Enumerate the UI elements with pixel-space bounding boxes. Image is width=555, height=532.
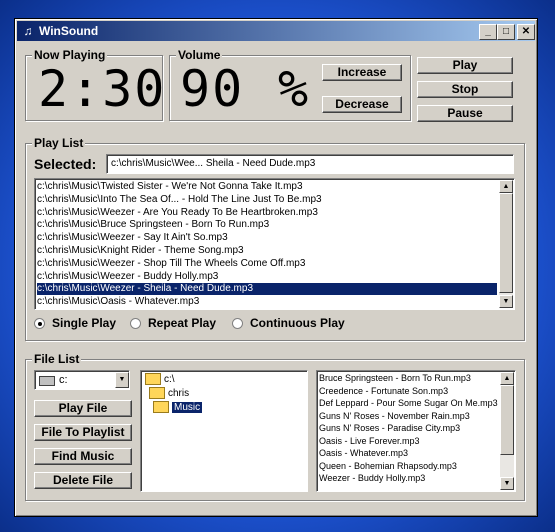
file-list-item[interactable]: Bruce Springsteen - Born To Run.mp3 [319,373,498,384]
filelist-scrollbar[interactable]: ▲ ▼ [500,372,514,490]
tree-item[interactable]: Music [153,401,203,415]
speaker-icon: ♫ [23,24,33,38]
file-list-item[interactable]: Guns N' Roses - November Rain.mp3 [319,411,498,422]
tree-item-label: c:\ [164,374,175,385]
playlist-group: Play List Selected: c:\chris\Music\Wee..… [25,136,525,341]
title-bar[interactable]: ♫ WinSound _ □ ✕ [17,21,535,41]
volume-unit: % [278,60,311,118]
radio-selected-dot-icon [38,322,42,326]
open-folder-icon [153,401,169,414]
playlist-row[interactable]: c:\chris\Music\Into The Sea Of... - Hold… [37,194,497,206]
repeat-play-radio[interactable] [130,318,141,329]
find-music-button[interactable]: Find Music [34,448,132,465]
playlist-row[interactable]: c:\chris\Music\Weezer - Sheila - Need Du… [37,283,497,296]
folder-icon [145,373,161,386]
scroll-up-arrow-icon[interactable]: ▲ [499,180,513,193]
delete-file-button[interactable]: Delete File [34,472,132,489]
playlist-row[interactable]: c:\chris\Music\Weezer - Say It Ain't So.… [37,232,497,244]
scroll-down-arrow-icon[interactable]: ▼ [499,295,513,308]
file-list-item[interactable]: Creedence - Fortunate Son.mp3 [319,386,498,397]
window-title: WinSound [39,24,99,38]
tree-item-label: Music [172,402,203,413]
selected-label: Selected: [34,156,97,172]
file-list-item[interactable]: Def Leppard - Pour Some Sugar On Me.mp3 [319,398,498,409]
stop-button[interactable]: Stop [417,81,513,98]
tree-item-label: chris [168,388,190,399]
minimize-button[interactable]: _ [479,24,497,40]
play-file-button[interactable]: Play File [34,400,132,417]
playlist-row[interactable]: c:\chris\Music\Knight Rider - Theme Song… [37,245,497,257]
drive-value: c: [59,374,68,386]
close-button[interactable]: ✕ [517,24,535,40]
folder-icon [149,387,165,400]
winsound-window: ♫ WinSound _ □ ✕ Now Playing 2:30 Volume… [14,18,538,517]
file-to-playlist-button[interactable]: File To Playlist [34,424,132,441]
scroll-down-arrow-icon[interactable]: ▼ [500,477,514,490]
playlist-listbox[interactable]: ▲ ▼ c:\chris\Music\Twisted Sister - We'r… [34,178,515,310]
volume-value: 90 [180,60,245,118]
pause-button[interactable]: Pause [417,105,513,122]
decrease-volume-button[interactable]: Decrease [322,96,402,113]
now-playing-group: Now Playing 2:30 [25,48,167,121]
file-list-item[interactable]: Oasis - Live Forever.mp3 [319,436,498,447]
playlist-row[interactable]: c:\chris\Music\Weezer - Shop Till The Wh… [37,258,497,270]
drive-icon [39,376,55,386]
playlist-row[interactable]: c:\chris\Music\Weezer - Buddy Holly.mp3 [37,271,497,283]
tree-item[interactable]: chris [149,387,189,401]
dropdown-arrow-icon[interactable]: ▼ [115,372,129,388]
scroll-thumb[interactable] [499,193,513,293]
scroll-up-arrow-icon[interactable]: ▲ [500,372,514,385]
playlist-row[interactable]: c:\chris\Music\Oasis - Whatever.mp3 [37,296,497,308]
filelist-label: File List [32,352,82,366]
increase-volume-button[interactable]: Increase [322,64,402,81]
volume-group: Volume 90 % Increase Decrease [169,48,411,121]
playlist-label: Play List [32,136,86,150]
elapsed-time-display: 2:30 [38,60,167,118]
file-list-item[interactable]: Weezer - Buddy Holly.mp3 [319,473,498,484]
drive-select[interactable]: c: ▼ [34,370,130,390]
file-list-item[interactable]: Queen - Bohemian Rhapsody.mp3 [319,461,498,472]
repeat-play-label[interactable]: Repeat Play [148,316,216,330]
play-button[interactable]: Play [417,57,513,74]
file-listbox[interactable]: ▲ ▼ Bruce Springsteen - Born To Run.mp3 C… [316,370,516,492]
playlist-scrollbar[interactable]: ▲ ▼ [499,180,513,308]
folder-tree[interactable]: c:\ chris Music [140,370,308,492]
file-list-item[interactable]: Oasis - Whatever.mp3 [319,448,498,459]
continuous-play-radio[interactable] [232,318,243,329]
continuous-play-label[interactable]: Continuous Play [250,316,345,330]
selected-track-field[interactable]: c:\chris\Music\Wee... Sheila - Need Dude… [106,154,514,174]
scroll-thumb[interactable] [500,385,514,455]
single-play-radio[interactable] [34,318,45,329]
filelist-group: File List c: ▼ Play File File To Playlist… [25,352,525,501]
playlist-row[interactable]: c:\chris\Music\Weezer - Are You Ready To… [37,207,497,219]
playlist-row[interactable]: c:\chris\Music\Twisted Sister - We're No… [37,181,497,193]
playlist-row[interactable]: c:\chris\Music\Bruce Springsteen - Born … [37,219,497,231]
maximize-button[interactable]: □ [497,24,515,40]
tree-item[interactable]: c:\ [145,373,175,387]
file-list-item[interactable]: Guns N' Roses - Paradise City.mp3 [319,423,498,434]
single-play-label[interactable]: Single Play [52,316,116,330]
